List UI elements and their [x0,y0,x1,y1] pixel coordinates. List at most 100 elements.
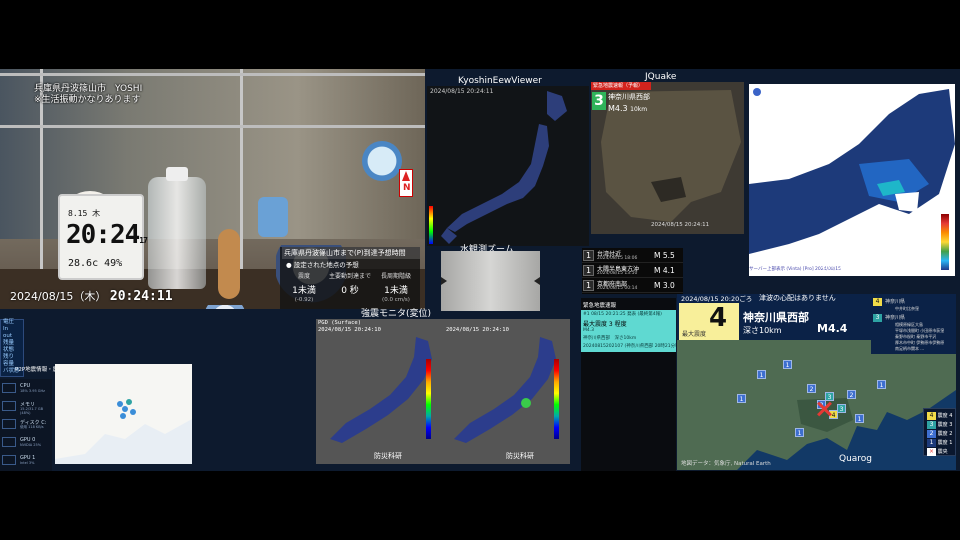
eew-report-header: 緊急地震速報 [581,298,676,310]
water-bottle [148,167,206,289]
jquake-depth: 10km [630,106,648,113]
eew-report-panel: 緊急地震速報 #1 08/15 20:21:25 発表 (最終第4報) 最大震度… [581,298,681,471]
eq-list-item[interactable]: 1 京都府南部 2024/08/15 00:14 M 3.0 [582,278,683,293]
station-marker[interactable]: 3 [837,404,846,413]
mizukan-zoom-view [441,251,540,311]
legend-label: 震度 [937,431,948,437]
eew-line: 神奈川県西部 深さ10km [583,336,637,341]
prediction-subheader: ● 設定された地点の予想 [286,261,359,269]
north-indicator: N [399,169,413,197]
eew-line: #1 08/15 20:21:25 発表 (最終第4報) [583,312,662,317]
quarog-legend: 4 震度 4 3 震度 3 2 震度 2 1 震度 1 × 震央 [923,408,956,456]
prediction-col-label: 長周期階級 [380,273,411,280]
eq-intensity: 1 [583,280,594,291]
japan-map-kyoshin [441,91,567,244]
meter-value: 使用 118 KB/s [20,425,44,429]
list-pref: 神奈川県 [885,315,906,321]
nied-logo-left: 防災科研 [374,452,402,460]
station-marker[interactable]: 1 [795,428,804,437]
legend-label: 震度 [937,440,948,446]
quarog-map: 1 1 2 2 3 3 4 2 1 1 1 1 [677,340,956,470]
list-cities: 中井町比奈窪 [895,306,919,311]
station-marker[interactable]: 2 [807,384,816,393]
bottle-cap [166,167,188,181]
eq-intensity: 1 [583,250,594,261]
eew-line: 最大震度 3 程度 [583,321,627,328]
eq-list-item[interactable]: 1 台湾付近 2024/08/15 18:06 M 5.5 [582,248,683,263]
gpu0-graph [2,437,16,447]
meter-value: 15.2/31.7 GB (48%) [20,407,43,415]
clock-hhmm: 20:24 [66,220,140,250]
list-pref: 神奈川県 [885,299,906,305]
earthquake-history-list: 1 台湾付近 2024/08/15 18:06 M 5.5 1 大隅半島東方沖 … [582,248,683,294]
list-cities: 南足柄市関本 ... [895,346,925,351]
quarog-epicenter: 神奈川県西部 [743,311,809,324]
meter-value: Intel 3% [20,461,35,465]
ups-label: 残り [3,354,15,360]
dmdata-color-scale [941,214,949,270]
jquake-mag-value: M4.3 [608,104,628,113]
camera-rack-bar [0,125,425,128]
kmon-left-scale [426,359,431,439]
station-marker[interactable]: 2 [847,390,856,399]
meter-value: NVIDIA 25% [20,443,42,447]
clock-date: 8.15 木 [68,209,101,218]
dmdata-map: サーバー上部表示 (Vinta) [Pro] 2024/08/15 [749,84,955,276]
arrival-prediction-box: 兵庫県丹波篠山市まで(P)到達予想時間 ● 設定された地点の予想 震度 主要動到… [280,247,420,309]
legend-label: 震度 [937,413,948,419]
kyoshin-color-scale [429,206,433,244]
ups-label: 残量 [3,340,15,346]
station-marker[interactable]: 3 [825,392,834,401]
station-marker[interactable]: 1 [855,414,864,423]
prediction-value: 1未満 [292,286,316,296]
camera-date: 2024/08/15（木） [10,290,107,303]
legend-label: 震度 [937,422,948,428]
quarog-tsunami: 津波の心配はありません [759,294,836,302]
camera-location-line2: ※生活振動かなりあります [34,95,141,105]
kyoshin-viewer-map: 2024/08/15 20:24:11 [427,86,589,246]
legend-count: 2 [949,431,953,437]
gpu1-graph [2,455,16,465]
kyoshin-label: KyoshinEewViewer [458,76,542,86]
acrylic-badge [362,141,402,181]
eq-date: 2024/08/15 00:14 [597,286,638,291]
multi-panel-canvas: 8.15 木 20:2417 28.6c 49% 兵庫県丹波篠山市 YOSHI … [0,69,960,471]
quarog-depth: 深さ10km [743,326,782,335]
intensity-map-svg [55,364,192,464]
ups-label: 電圧 [3,319,15,325]
jquake-map: 緊急地震速報（予報） 3 神奈川県西部 M4.3 10km 2024/08/15… [591,82,744,234]
station-marker[interactable]: 1 [737,394,746,403]
clock-time: 20:2417 [66,220,148,250]
station-marker[interactable]: 1 [757,370,766,379]
kmon-right-scale [554,359,559,439]
legend-row: 4 震度 4 [927,412,952,420]
eq-magnitude: M 5.5 [654,251,675,260]
quarog-max-int-value: 4 [709,303,728,333]
legend-badge: 4 [927,412,936,420]
kyoshin-monitor: PGD (Surface) 2024/08/15 20:24:10 2024/0… [316,319,570,464]
legend-row: × 震央 [927,448,948,456]
legend-count: 4 [949,413,953,419]
digital-clock: 8.15 木 20:2417 28.6c 49% [58,194,148,280]
nied-logo-right: 防災科研 [506,452,534,460]
kmon-maps [330,337,556,443]
acrylic-keychain [258,197,288,237]
legend-badge: × [927,448,936,456]
eq-list-item[interactable]: 1 大隅半島東方沖 2024/08/15 13:50 M 4.1 [582,263,683,278]
kyoshin-monitor-title: 強震モニタ(変位) [361,309,432,319]
epicenter-icon [817,402,831,416]
eew-line: M4.3 [583,328,595,333]
intensity-info-map [55,364,192,464]
dmdata-menu-icon[interactable] [753,88,761,96]
legend-row: 3 震度 3 [927,421,952,429]
station-marker[interactable]: 1 [877,380,886,389]
prediction-col-label: 主要動到達まで [328,273,371,280]
eq-date: 2024/08/15 18:06 [597,256,638,261]
disk-graph [2,419,16,429]
jquake-epicenter: 神奈川県西部 [608,93,650,101]
jquake-magnitude: M4.3 10km [608,104,647,113]
jquake-intensity: 3 [592,92,606,110]
prediction-value: 1未満 [384,286,408,296]
station-marker[interactable]: 1 [783,360,792,369]
prediction-col-label: 震度 [297,273,310,280]
